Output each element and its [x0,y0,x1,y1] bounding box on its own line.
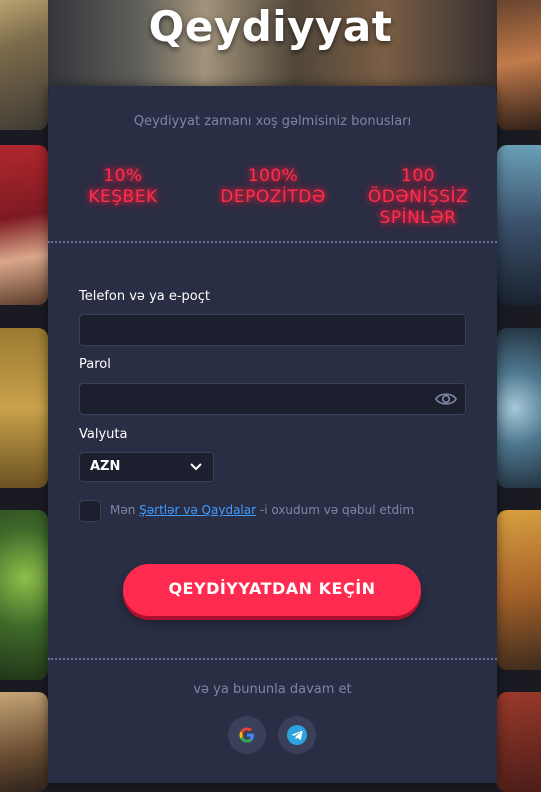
terms-suffix: -i oxudum və qəbul etdim [256,503,415,517]
background-game-tile [497,692,541,792]
bonus-value: 10% [103,166,143,186]
login-input[interactable] [79,314,466,346]
register-button[interactable]: QEYDİYYATDAN KEÇİN [123,564,421,616]
bonus-label: ÖDƏNİŞSİZ SPİNLƏR [367,187,469,228]
google-icon [239,727,254,743]
password-label: Parol [79,357,111,372]
terms-prefix: Mən [110,503,140,517]
currency-value: AZN [90,459,121,474]
terms-link[interactable]: Şərtlər və Qaydalar [139,503,256,517]
google-login-button[interactable] [228,716,266,754]
terms-text: Mən Şərtlər və Qaydalar -i oxudum və qəb… [110,503,414,517]
background-game-tile [497,510,541,670]
page-title: Qeydiyyat [148,2,393,51]
password-input[interactable] [79,383,466,415]
telegram-login-button[interactable] [278,716,316,754]
background-game-tile [0,328,48,488]
divider [48,658,497,660]
background-game-tile [497,145,541,305]
terms-checkbox[interactable] [79,500,101,522]
divider [48,241,497,243]
registration-card: Qeydiyyat zamanı xoş gəlmisiniz bonuslar… [48,86,497,783]
bonus-deposit: 100% DEPOZİTDƏ [203,166,343,208]
telegram-icon [287,725,307,745]
welcome-bonus-text: Qeydiyyat zamanı xoş gəlmisiniz bonuslar… [133,114,412,129]
eye-icon[interactable] [435,390,457,408]
currency-select[interactable]: AZN [79,452,214,482]
currency-label: Valyuta [79,427,128,442]
background-game-tile [0,692,48,792]
background-game-tile [0,145,48,305]
bonus-label: DEPOZİTDƏ [220,187,326,207]
bonus-cashback: 10% KEŞBEK [78,166,168,208]
bonus-value: 100 [401,166,435,186]
background-game-tile [497,328,541,488]
login-label: Telefon və ya e-poçt [79,289,210,304]
background-game-tile [0,510,48,680]
chevron-down-icon [190,463,202,471]
bonus-label: KEŞBEK [88,187,158,207]
continue-with-text: və ya bununla davam et [193,682,352,697]
bonus-free-spins: 100 ÖDƏNİŞSİZ SPİNLƏR [338,166,498,229]
bonus-value: 100% [247,166,299,186]
